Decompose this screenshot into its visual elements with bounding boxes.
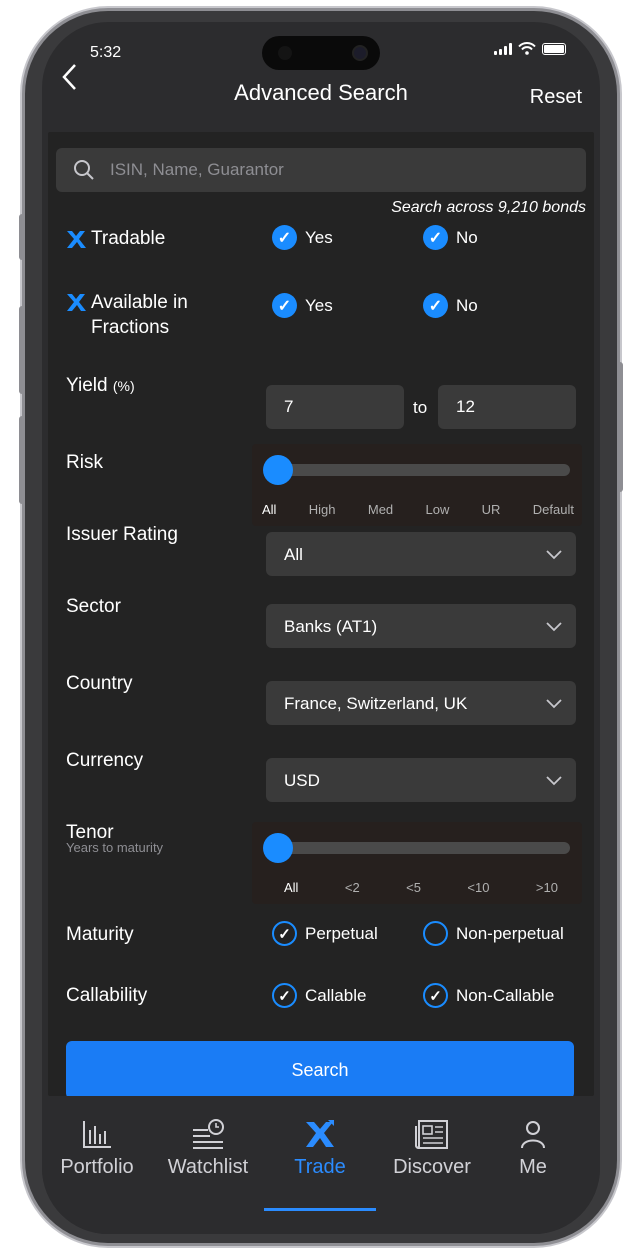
risk-label: Risk [66, 452, 103, 473]
risk-tick[interactable]: Default [533, 502, 574, 517]
check-icon: ✓ [272, 921, 297, 946]
risk-slider[interactable]: All High Med Low UR Default [252, 444, 582, 526]
tradable-yes-checkbox[interactable]: ✓ Yes [272, 225, 333, 250]
tenor-slider[interactable]: All <2 <5 <10 >10 [252, 822, 582, 904]
empty-circle-icon [423, 921, 448, 946]
maturity-label: Maturity [66, 924, 134, 945]
search-bar[interactable] [56, 148, 586, 192]
wifi-icon [518, 42, 536, 55]
tenor-slider-thumb[interactable] [263, 833, 293, 863]
callability-label: Callability [66, 985, 148, 1006]
check-icon: ✓ [272, 983, 297, 1008]
chevron-down-icon [546, 550, 562, 560]
yield-to-label: to [413, 398, 428, 417]
screen: 5:32 Advanced Search Reset Search across… [42, 22, 600, 1234]
tenor-tick[interactable]: <2 [345, 880, 360, 895]
check-icon: ✓ [272, 225, 297, 250]
tab-portfolio[interactable]: Portfolio [42, 1116, 152, 1179]
risk-slider-ticks: All High Med Low UR Default [262, 502, 574, 517]
check-icon: ✓ [423, 225, 448, 250]
callable-checkbox[interactable]: ✓ Callable [272, 983, 366, 1008]
currency-label: Currency [66, 750, 144, 771]
maturity-perpetual-checkbox[interactable]: ✓ Perpetual [272, 921, 378, 946]
risk-tick[interactable]: High [309, 502, 336, 517]
risk-tick[interactable]: Low [425, 502, 449, 517]
tradable-label: Tradable [91, 228, 166, 249]
status-icons [494, 42, 566, 55]
search-count-note: Search across 9,210 bonds [391, 199, 586, 216]
risk-slider-thumb[interactable] [263, 455, 293, 485]
yield-label: Yield (%) [66, 375, 135, 396]
newspaper-icon [415, 1120, 448, 1149]
search-button[interactable]: Search [66, 1041, 574, 1099]
search-icon [74, 160, 94, 180]
tab-discover[interactable]: Discover [377, 1116, 487, 1179]
tenor-tick[interactable]: >10 [536, 880, 558, 895]
side-button-mute [19, 214, 25, 260]
tenor-tick[interactable]: <10 [467, 880, 489, 895]
filter-panel: Search across 9,210 bonds Tradable ✓Yes … [48, 132, 594, 1099]
status-time: 5:32 [90, 44, 122, 61]
fractions-label: Available in Fractions [91, 292, 188, 338]
tenor-slider-track[interactable] [264, 842, 570, 854]
reset-button[interactable]: Reset [530, 86, 582, 109]
country-label: Country [66, 673, 133, 694]
tenor-tick[interactable]: All [284, 880, 298, 895]
side-button-volume-down [19, 416, 25, 504]
tenor-slider-ticks: All <2 <5 <10 >10 [284, 880, 558, 895]
tab-bar: Portfolio Watchlist Trade Discover Me [42, 1096, 600, 1234]
check-icon: ✓ [272, 293, 297, 318]
yield-from-input[interactable]: 7 [266, 385, 404, 429]
fractions-x-icon [67, 294, 86, 311]
currency-select[interactable]: USD [266, 758, 576, 802]
search-input[interactable] [110, 154, 570, 186]
fractions-no-checkbox[interactable]: ✓ No [423, 293, 478, 318]
person-icon [521, 1121, 545, 1149]
signal-icon [494, 42, 512, 55]
tab-me[interactable]: Me [478, 1116, 588, 1179]
country-select[interactable]: France, Switzerland, UK [266, 681, 576, 725]
bar-chart-icon [83, 1121, 111, 1148]
active-tab-indicator [264, 1208, 376, 1211]
tenor-sublabel: Years to maturity [66, 840, 164, 855]
side-button-volume-up [19, 306, 25, 394]
issuer-rating-select[interactable]: All [266, 532, 576, 576]
sector-label: Sector [66, 596, 121, 617]
tradable-x-icon [67, 231, 86, 248]
yield-to-input[interactable]: 12 [438, 385, 576, 429]
risk-tick[interactable]: UR [482, 502, 501, 517]
risk-tick[interactable]: All [262, 502, 276, 517]
tradable-no-checkbox[interactable]: ✓ No [423, 225, 478, 250]
check-icon: ✓ [423, 293, 448, 318]
tab-trade[interactable]: Trade [265, 1116, 375, 1179]
tab-watchlist[interactable]: Watchlist [153, 1116, 263, 1179]
side-button-power [617, 362, 623, 492]
risk-tick[interactable]: Med [368, 502, 393, 517]
page-title: Advanced Search [234, 80, 408, 105]
chevron-down-icon [546, 622, 562, 632]
dynamic-island [262, 36, 380, 70]
risk-slider-track[interactable] [264, 464, 570, 476]
trade-logo-icon [306, 1120, 334, 1147]
battery-icon [542, 42, 566, 55]
check-icon: ✓ [423, 983, 448, 1008]
chevron-down-icon [546, 776, 562, 786]
watchlist-icon [193, 1119, 224, 1149]
maturity-non-perpetual-checkbox[interactable]: Non-perpetual [423, 921, 564, 946]
chevron-down-icon [546, 699, 562, 709]
sector-select[interactable]: Banks (AT1) [266, 604, 576, 648]
issuer-rating-label: Issuer Rating [66, 524, 178, 545]
non-callable-checkbox[interactable]: ✓ Non-Callable [423, 983, 554, 1008]
fractions-yes-checkbox[interactable]: ✓ Yes [272, 293, 333, 318]
tenor-tick[interactable]: <5 [406, 880, 421, 895]
